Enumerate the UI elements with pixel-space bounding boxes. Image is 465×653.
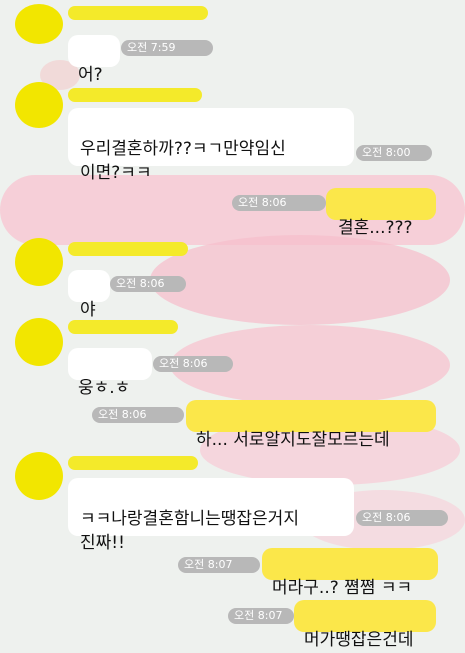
message-timestamp: 오전 8:07 <box>228 608 294 624</box>
message-timestamp: 오전 8:06 <box>232 195 326 211</box>
message-bubble[interactable]: 하... 서로알지도잘모르는데 <box>186 400 436 450</box>
sender-name <box>68 6 208 20</box>
avatar[interactable] <box>15 82 63 128</box>
message-text: 머라구..? 쪔쪔 ㅋㅋ <box>272 578 413 598</box>
message-timestamp: 오전 8:06 <box>153 356 233 372</box>
message-text: 어? <box>78 65 103 85</box>
message-timestamp: 오전 8:06 <box>92 407 184 423</box>
message-bubble[interactable]: 결혼...??? <box>326 188 436 238</box>
message-text: 머가땡잡은건데 <box>304 630 414 650</box>
message-text: 우리결혼하까??ㅋㄱ만약임신 이면?ㅋㅋ <box>80 139 286 183</box>
message-bubble[interactable]: 어? <box>68 35 120 85</box>
message-timestamp: 오전 7:59 <box>121 40 213 56</box>
message-bubble[interactable]: 머라구..? 쪔쪔 ㅋㅋ <box>262 548 438 598</box>
message-text: 결혼...??? <box>338 218 413 238</box>
avatar[interactable] <box>15 318 63 366</box>
scribble-overlay <box>150 235 450 325</box>
sender-name <box>68 88 202 102</box>
avatar[interactable] <box>15 452 63 500</box>
message-text: ㅋㅋ나랑결혼함니는땡잡은거지 진짜!! <box>80 509 299 553</box>
chat-screen: 어? 오전 7:59 우리결혼하까??ㅋㄱ만약임신 이면?ㅋㅋ 오전 8:00 … <box>0 0 465 653</box>
message-text: 야 <box>80 300 96 320</box>
message-bubble[interactable]: 웅ㅎ.ㅎ <box>68 348 152 398</box>
sender-name <box>68 456 198 470</box>
message-bubble[interactable]: 우리결혼하까??ㅋㄱ만약임신 이면?ㅋㅋ <box>68 108 354 183</box>
message-text: 하... 서로알지도잘모르는데 <box>196 430 390 450</box>
message-bubble[interactable]: ㅋㅋ나랑결혼함니는땡잡은거지 진짜!! <box>68 478 354 553</box>
message-timestamp: 오전 8:06 <box>110 276 186 292</box>
message-bubble[interactable]: 머가땡잡은건데 <box>294 600 436 650</box>
message-timestamp: 오전 8:06 <box>356 510 448 526</box>
avatar[interactable] <box>15 238 63 286</box>
message-bubble[interactable]: 야 <box>68 270 110 320</box>
message-timestamp: 오전 8:00 <box>356 145 432 161</box>
message-text: 웅ㅎ.ㅎ <box>78 378 131 398</box>
sender-name <box>68 242 188 256</box>
avatar[interactable] <box>15 4 63 44</box>
sender-name <box>68 320 178 334</box>
message-timestamp: 오전 8:07 <box>178 557 260 573</box>
